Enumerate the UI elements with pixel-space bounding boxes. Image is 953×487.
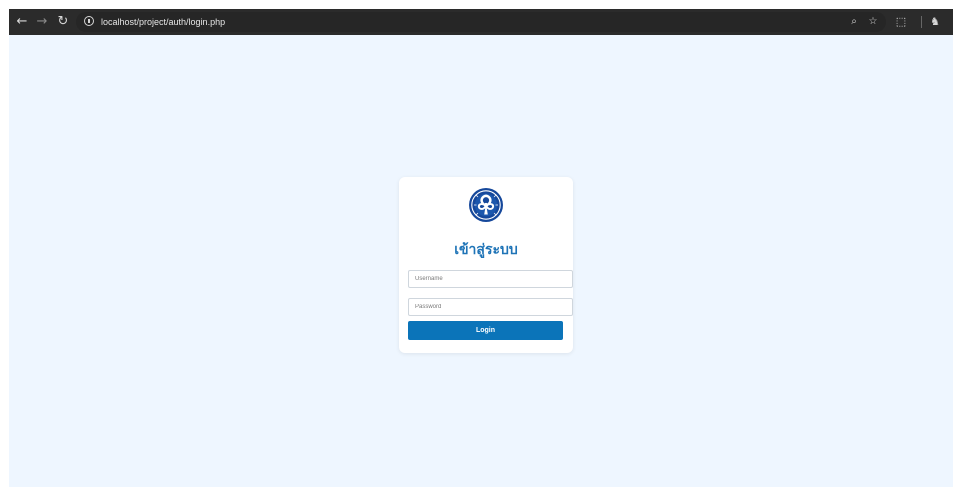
login-title: เข้าสู่ระบบ xyxy=(454,241,518,257)
login-page: เข้าสู่ระบบ Login xyxy=(9,35,953,487)
login-button[interactable]: Login xyxy=(408,321,563,340)
reload-icon[interactable]: ↻ xyxy=(54,13,72,31)
back-arrow-icon[interactable]: ← xyxy=(13,13,31,31)
zoom-icon[interactable]: ⌕ xyxy=(846,14,862,30)
toolbar-divider xyxy=(921,16,922,28)
star-icon[interactable]: ☆ xyxy=(865,14,881,30)
organization-seal-logo xyxy=(468,187,504,223)
forward-arrow-icon[interactable]: → xyxy=(33,13,51,31)
browser-toolbar: ← → ↻ localhost/project/auth/login.php ⌕… xyxy=(9,9,953,35)
extensions-icon[interactable]: ⬚ xyxy=(892,12,910,32)
browser-window: ← → ↻ localhost/project/auth/login.php ⌕… xyxy=(9,9,953,487)
address-bar[interactable]: localhost/project/auth/login.php ⌕ ☆ xyxy=(76,12,886,32)
username-input[interactable] xyxy=(408,270,573,288)
site-info-icon[interactable] xyxy=(84,16,94,26)
profile-icon[interactable]: ♞ xyxy=(926,12,944,32)
password-input[interactable] xyxy=(408,298,573,316)
login-card: เข้าสู่ระบบ Login xyxy=(399,177,573,353)
url-text[interactable]: localhost/project/auth/login.php xyxy=(101,15,225,29)
